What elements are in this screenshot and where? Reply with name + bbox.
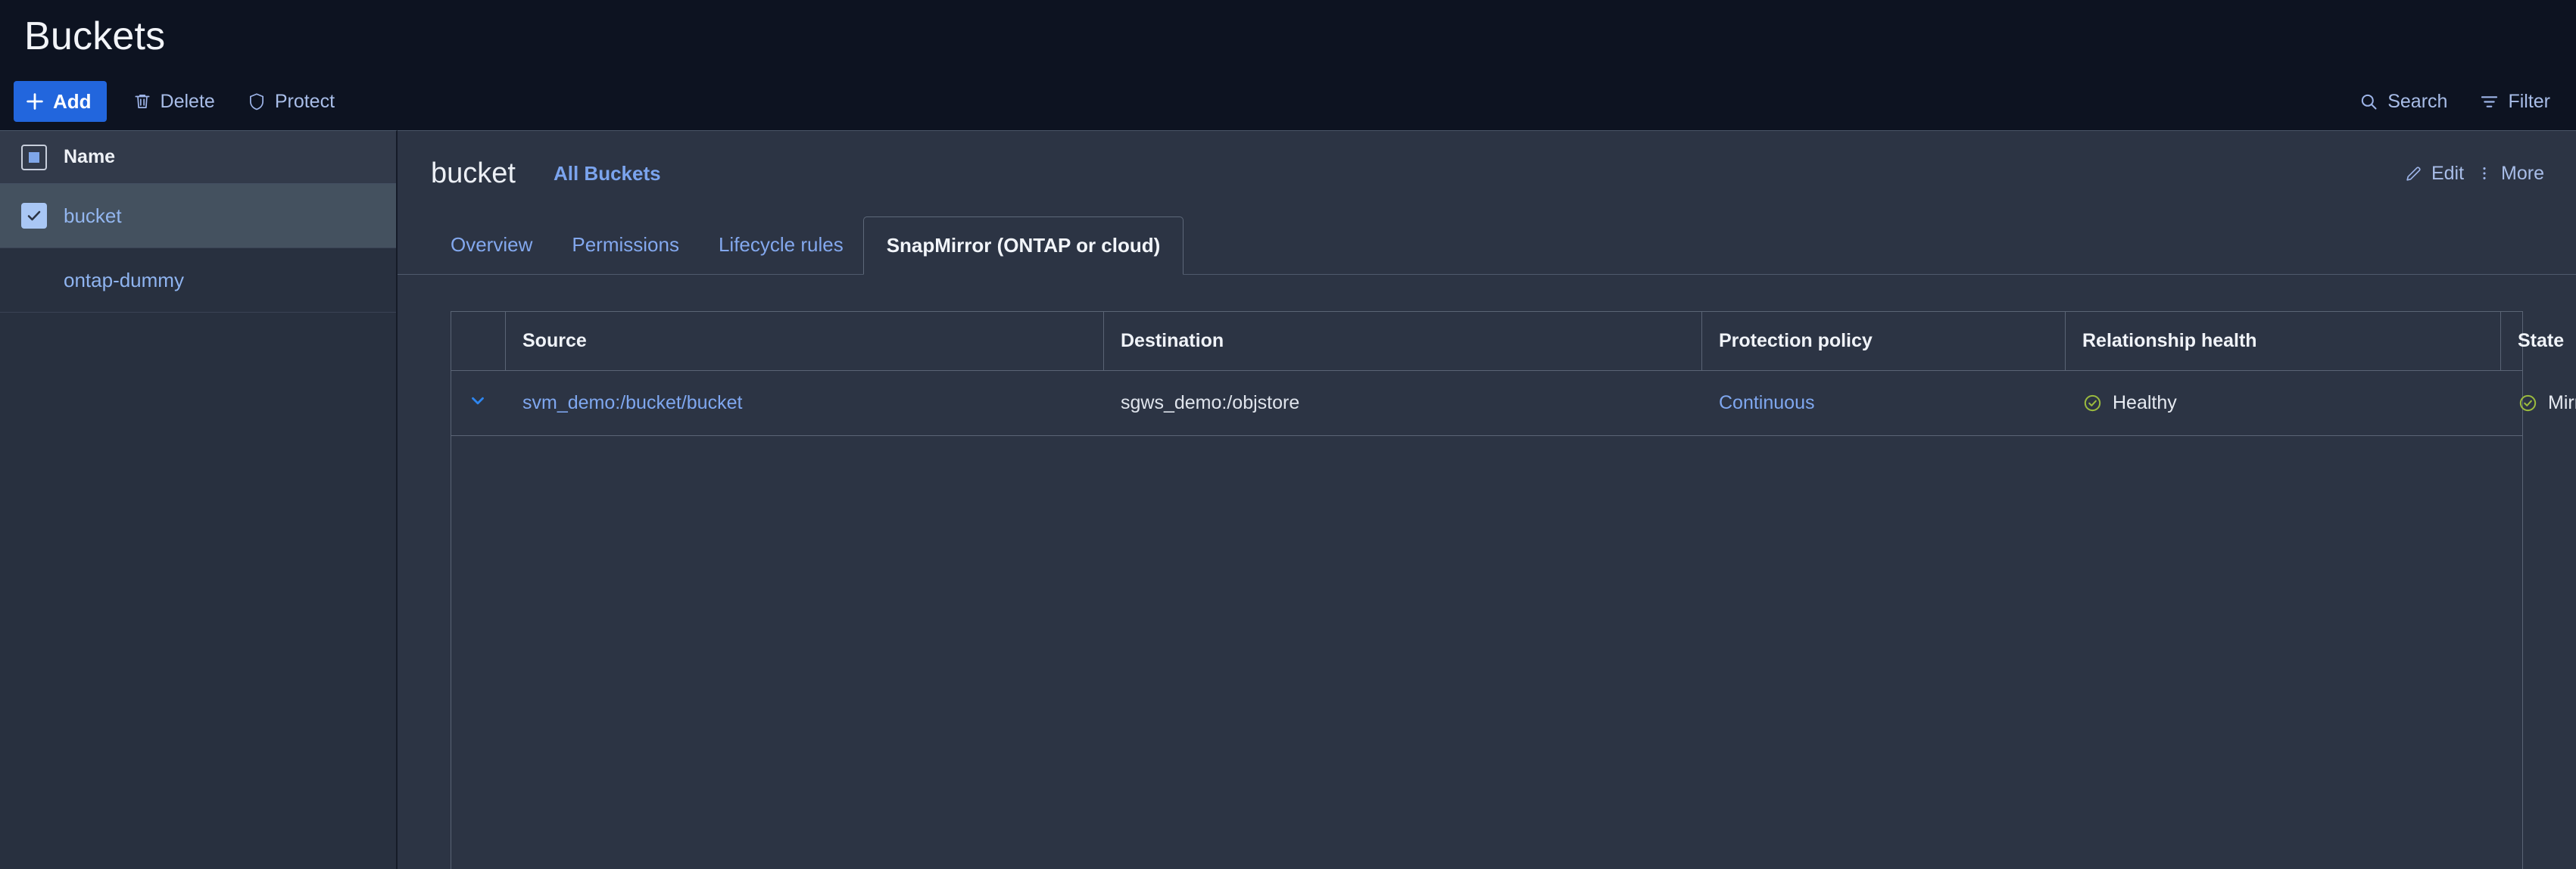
cell-protection-policy: Continuous bbox=[1701, 370, 2066, 436]
filter-icon bbox=[2479, 92, 2500, 112]
list-item-label: bucket bbox=[64, 204, 122, 227]
bucket-list-pane: Name bucket ontap-dummy bbox=[0, 130, 398, 869]
cell-relationship-health: Healthy bbox=[2065, 370, 2501, 436]
search-button[interactable]: Search bbox=[2353, 81, 2453, 122]
delete-button-label: Delete bbox=[160, 90, 215, 112]
state-text: Mirrored bbox=[2548, 392, 2576, 413]
detail-header: bucket All Buckets Edit More bbox=[398, 131, 2576, 216]
check-circle-icon bbox=[2082, 393, 2103, 413]
detail-object-title: bucket bbox=[431, 157, 516, 189]
row-expander-cell bbox=[451, 370, 506, 436]
more-vertical-icon bbox=[2476, 164, 2493, 183]
page-title: Buckets bbox=[24, 14, 166, 58]
column-header-state: State bbox=[2500, 311, 2564, 371]
plus-icon bbox=[24, 91, 45, 112]
edit-button[interactable]: Edit bbox=[2398, 153, 2470, 194]
source-link[interactable]: svm_demo:/bucket/bucket bbox=[522, 392, 742, 413]
pencil-icon bbox=[2404, 164, 2423, 183]
check-circle-icon bbox=[2518, 393, 2538, 413]
column-header-name: Name bbox=[64, 146, 116, 167]
more-button-label: More bbox=[2501, 162, 2544, 184]
edit-button-label: Edit bbox=[2431, 162, 2465, 184]
delete-button[interactable]: Delete bbox=[126, 81, 221, 122]
bucket-detail-pane: bucket All Buckets Edit More Overview Pe… bbox=[398, 130, 2576, 869]
search-icon bbox=[2359, 92, 2379, 112]
tab-overview[interactable]: Overview bbox=[431, 216, 552, 274]
snapmirror-table: Source Destination Protection policy Rel… bbox=[451, 311, 2576, 869]
column-header-destination: Destination bbox=[1103, 311, 1702, 371]
list-item-ontap-dummy[interactable]: ontap-dummy bbox=[0, 248, 396, 313]
select-all-checkbox[interactable] bbox=[21, 144, 47, 170]
page-header: Buckets bbox=[0, 0, 2576, 73]
table-row[interactable]: svm_demo:/bucket/bucket sgws_demo:/objst… bbox=[451, 370, 2576, 436]
column-header-source: Source bbox=[505, 311, 1104, 371]
detail-tabs: Overview Permissions Lifecycle rules Sna… bbox=[398, 216, 2576, 275]
protection-policy-link[interactable]: Continuous bbox=[1719, 392, 1814, 413]
bucket-list-header: Name bbox=[0, 131, 396, 184]
list-item-label: ontap-dummy bbox=[64, 268, 184, 291]
row-checkbox[interactable] bbox=[21, 267, 47, 293]
cell-source: svm_demo:/bucket/bucket bbox=[505, 370, 1104, 436]
filter-button[interactable]: Filter bbox=[2473, 81, 2556, 122]
tab-snapmirror[interactable]: SnapMirror (ONTAP or cloud) bbox=[862, 216, 1184, 275]
more-button[interactable]: More bbox=[2470, 153, 2550, 194]
protect-button-label: Protect bbox=[274, 90, 335, 112]
bucket-list-empty-area bbox=[0, 313, 396, 869]
trash-icon bbox=[133, 92, 152, 111]
relationship-health-text: Healthy bbox=[2113, 392, 2177, 413]
chevron-down-icon[interactable] bbox=[468, 391, 488, 410]
filter-button-label: Filter bbox=[2508, 90, 2550, 112]
table-empty-area bbox=[451, 435, 2523, 869]
table-header-row: Source Destination Protection policy Rel… bbox=[451, 311, 2564, 371]
row-checkbox[interactable] bbox=[21, 203, 47, 229]
add-button-label: Add bbox=[53, 89, 92, 113]
column-header-protection-policy: Protection policy bbox=[1701, 311, 2066, 371]
cell-destination: sgws_demo:/objstore bbox=[1103, 370, 1702, 436]
list-item-bucket[interactable]: bucket bbox=[0, 184, 396, 248]
cell-state: Mirrored bbox=[2500, 370, 2576, 436]
tab-lifecycle-rules[interactable]: Lifecycle rules bbox=[699, 216, 863, 274]
column-header-relationship-health: Relationship health bbox=[2065, 311, 2501, 371]
all-buckets-link[interactable]: All Buckets bbox=[554, 162, 661, 185]
protect-button[interactable]: Protect bbox=[241, 81, 341, 122]
search-button-label: Search bbox=[2387, 90, 2448, 112]
action-toolbar: Add Delete Protect Search Filter bbox=[0, 73, 2576, 130]
column-header-expander bbox=[451, 311, 506, 371]
body-split: Name bucket ontap-dummy bucket All Bucke… bbox=[0, 130, 2576, 869]
shield-icon bbox=[247, 92, 267, 111]
add-button[interactable]: Add bbox=[14, 81, 107, 122]
snapmirror-tab-panel: Source Destination Protection policy Rel… bbox=[398, 275, 2576, 869]
tab-permissions[interactable]: Permissions bbox=[552, 216, 699, 274]
